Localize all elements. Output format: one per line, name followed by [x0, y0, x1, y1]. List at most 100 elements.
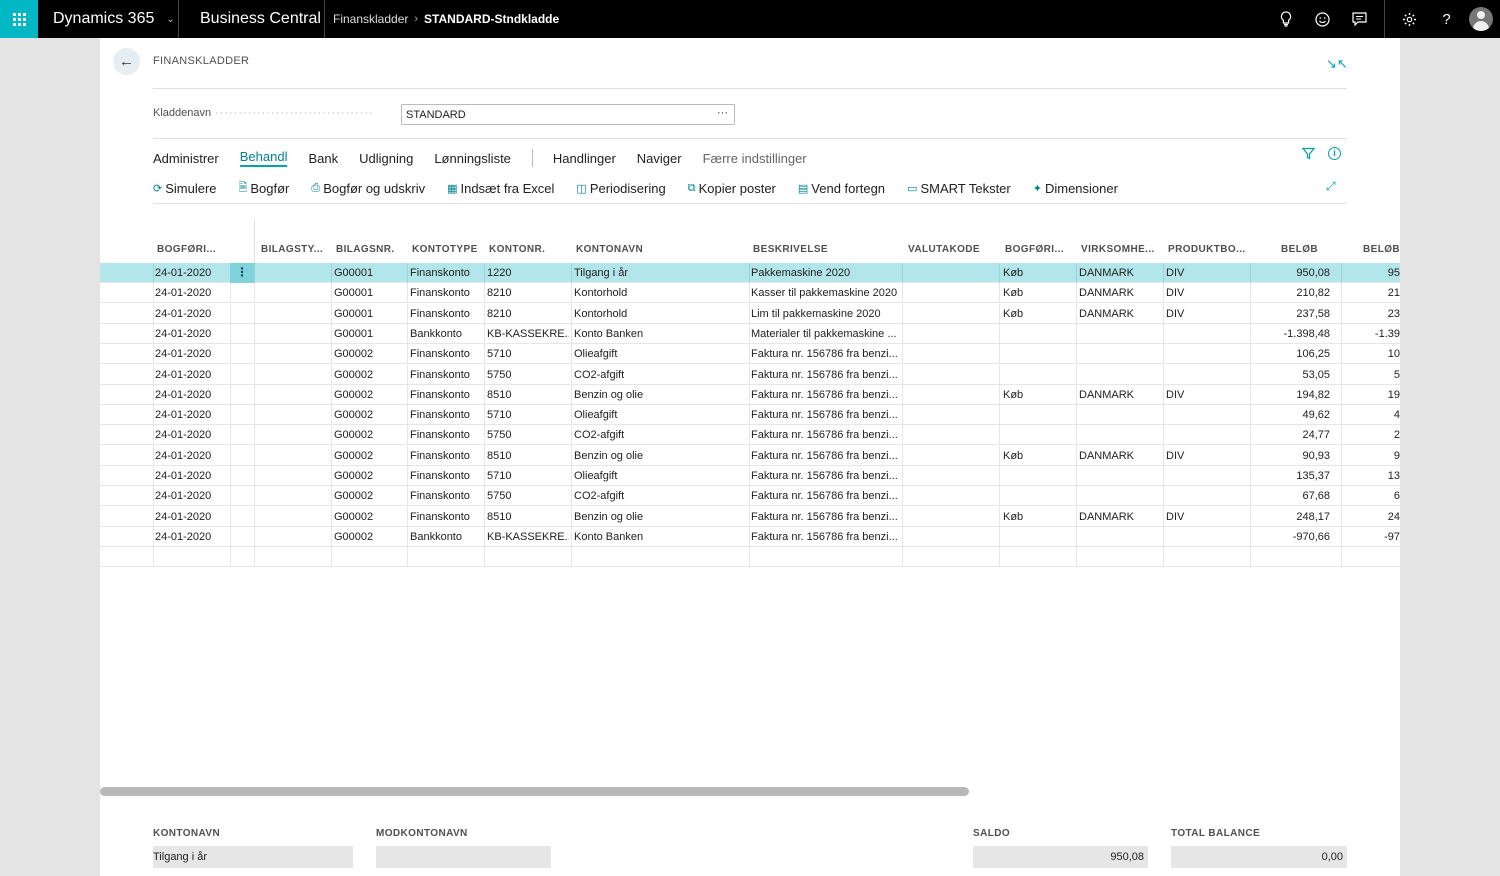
cell-account-type[interactable]: Bankkonto [410, 531, 484, 543]
cell-account-no[interactable]: 8510 [487, 389, 569, 401]
cell-document-no[interactable]: G00001 [334, 308, 406, 320]
lightbulb-icon[interactable] [1267, 0, 1304, 38]
cell-account-no[interactable]: 5750 [487, 429, 569, 441]
cell-gen-prod-posting-group[interactable]: DIV [1166, 450, 1248, 462]
cell-document-no[interactable]: G00002 [334, 389, 406, 401]
cell-posting-date[interactable]: 24-01-2020 [155, 348, 227, 360]
cell-account-name[interactable]: Benzin og olie [574, 450, 744, 462]
dimensions-button[interactable]: ✦ Dimensioner [1033, 181, 1118, 196]
cell-description[interactable]: Faktura nr. 156786 fra benzi... [751, 389, 901, 401]
cell-amount-lcy[interactable]: 23 [1388, 308, 1400, 320]
table-row[interactable]: 24-01-2020 G00002 Finanskonto 8510 Benzin og… [100, 384, 1400, 405]
cell-document-no[interactable]: G00002 [334, 369, 406, 381]
cell-description[interactable]: Faktura nr. 156786 fra benzi... [751, 511, 901, 523]
cell-description[interactable]: Faktura nr. 156786 fra benzi... [751, 470, 901, 482]
cell-gen-posting-type[interactable]: Køb [1003, 450, 1075, 462]
cell-account-no[interactable]: 5710 [487, 348, 569, 360]
cell-gen-prod-posting-group[interactable]: DIV [1166, 267, 1248, 279]
cell-amount[interactable]: -970,66 [1293, 531, 1330, 543]
cell-amount[interactable]: 90,93 [1302, 450, 1330, 462]
filter-icon[interactable] [1301, 147, 1316, 163]
cell-account-name[interactable]: Olieafgift [574, 409, 744, 421]
cell-amount[interactable]: 53,05 [1302, 369, 1330, 381]
collapse-icon[interactable]: ↘↖ [1326, 56, 1348, 72]
copy-entries-button[interactable]: ⧉ Kopier poster [688, 181, 776, 196]
avatar[interactable] [1469, 7, 1493, 31]
cell-document-no[interactable]: G00002 [334, 470, 406, 482]
column-header-amount[interactable]: BELØB [1281, 244, 1318, 255]
cell-amount-lcy[interactable]: 9 [1394, 450, 1400, 462]
cell-account-name[interactable]: Tilgang i år [574, 267, 744, 279]
cell-posting-date[interactable]: 24-01-2020 [155, 287, 227, 299]
cell-description[interactable]: Faktura nr. 156786 fra benzi... [751, 369, 901, 381]
table-row[interactable]: 24-01-2020 G00002 Finanskonto 8510 Benzin og… [100, 506, 1400, 527]
cell-amount-lcy[interactable]: 5 [1394, 369, 1400, 381]
app-name[interactable]: Business Central [179, 0, 325, 38]
cell-document-no[interactable]: G00001 [334, 267, 406, 279]
cell-description[interactable]: Faktura nr. 156786 fra benzi... [751, 348, 901, 360]
info-icon[interactable]: i [1328, 147, 1341, 160]
journal-name-field[interactable]: STANDARD ··· [401, 104, 735, 125]
cell-account-name[interactable]: CO2-afgift [574, 429, 744, 441]
cell-gen-bus-posting-group[interactable]: DANMARK [1079, 389, 1161, 401]
cell-description[interactable]: Faktura nr. 156786 fra benzi... [751, 531, 901, 543]
cell-gen-bus-posting-group[interactable]: DANMARK [1079, 308, 1161, 320]
cell-account-no[interactable]: 5750 [487, 490, 569, 502]
insert-from-excel-button[interactable]: ▦ Indsæt fra Excel [447, 181, 554, 196]
cell-gen-bus-posting-group[interactable]: DANMARK [1079, 287, 1161, 299]
gear-icon[interactable] [1391, 0, 1428, 38]
cell-account-no[interactable]: 8210 [487, 308, 569, 320]
post-button[interactable]: 🗎 Bogfør [239, 179, 290, 198]
cell-amount-lcy[interactable]: 95 [1388, 267, 1400, 279]
cell-amount-lcy[interactable]: 24 [1388, 511, 1400, 523]
back-arrow-icon[interactable]: ← [113, 48, 140, 75]
cell-posting-date[interactable]: 24-01-2020 [155, 511, 227, 523]
table-row[interactable]: 24-01-2020 G00001 Finanskonto 8210 Kontorhol… [100, 303, 1400, 324]
cell-description[interactable]: Kasser til pakkemaskine 2020 [751, 287, 901, 299]
cell-document-no[interactable]: G00001 [334, 287, 406, 299]
cell-account-name[interactable]: Olieafgift [574, 348, 744, 360]
cell-amount[interactable]: 106,25 [1296, 348, 1330, 360]
cell-document-no[interactable]: G00002 [334, 409, 406, 421]
cell-amount[interactable]: 49,62 [1302, 409, 1330, 421]
cell-amount[interactable]: 194,82 [1296, 389, 1330, 401]
menu-administrer[interactable]: Administrer [153, 151, 219, 166]
cell-gen-bus-posting-group[interactable]: DANMARK [1079, 450, 1161, 462]
table-row[interactable]: 24-01-2020 G00002 Finanskonto 5710 Olieafgif… [100, 405, 1400, 426]
cell-amount-lcy[interactable]: 13 [1388, 470, 1400, 482]
cell-document-no[interactable]: G00002 [334, 511, 406, 523]
column-header-document-type[interactable]: BILAGSTY... [261, 244, 323, 255]
cell-amount[interactable]: 67,68 [1302, 490, 1330, 502]
cell-gen-prod-posting-group[interactable]: DIV [1166, 511, 1248, 523]
table-row[interactable] [100, 547, 1400, 568]
reverse-sign-button[interactable]: ▤ Vend fortegn [798, 181, 885, 196]
column-header-amount-lcy[interactable]: BELØB [1363, 244, 1400, 255]
column-header-account-name[interactable]: KONTONAVN [576, 244, 643, 255]
cell-account-type[interactable]: Bankkonto [410, 328, 484, 340]
cell-description[interactable]: Pakkemaskine 2020 [751, 267, 901, 279]
cell-description[interactable]: Lim til pakkemaskine 2020 [751, 308, 901, 320]
pin-icon[interactable]: ⤢ [1326, 179, 1336, 194]
cell-account-type[interactable]: Finanskonto [410, 287, 484, 299]
help-icon[interactable]: ? [1428, 0, 1465, 38]
table-row[interactable]: 24-01-2020 G00001 Bankkonto KB-KASSEKRE... K… [100, 323, 1400, 344]
cell-account-no[interactable]: 8510 [487, 450, 569, 462]
lookup-ellipsis-icon[interactable]: ··· [717, 107, 728, 119]
cell-account-no[interactable]: 8210 [487, 287, 569, 299]
breadcrumb-parent[interactable]: Finanskladder [333, 12, 408, 26]
cell-gen-posting-type[interactable]: Køb [1003, 267, 1075, 279]
cell-account-type[interactable]: Finanskonto [410, 450, 484, 462]
cell-gen-posting-type[interactable]: Køb [1003, 389, 1075, 401]
row-actions-kebab-icon[interactable]: ⋮ [230, 263, 254, 283]
cell-gen-posting-type[interactable]: Køb [1003, 308, 1075, 320]
table-row[interactable]: ⋮ 24-01-2020 G00001 Finanskonto 1220 Tilgang … [100, 263, 1400, 283]
cell-amount-lcy[interactable]: 10 [1388, 348, 1400, 360]
column-header-description[interactable]: BESKRIVELSE [753, 244, 828, 255]
cell-account-type[interactable]: Finanskonto [410, 348, 484, 360]
cell-posting-date[interactable]: 24-01-2020 [155, 369, 227, 381]
cell-amount-lcy[interactable]: -1.39 [1375, 328, 1400, 340]
cell-document-no[interactable]: G00002 [334, 348, 406, 360]
app-launcher-button[interactable] [0, 0, 38, 38]
cell-document-no[interactable]: G00002 [334, 531, 406, 543]
cell-amount[interactable]: 24,77 [1302, 429, 1330, 441]
